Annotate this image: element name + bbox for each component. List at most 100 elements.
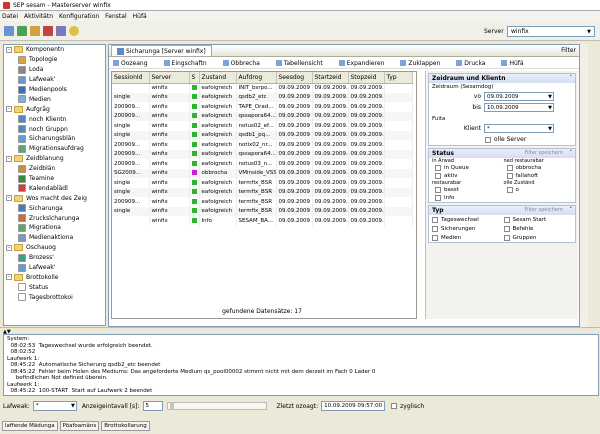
- table-row[interactable]: SG2009... winfix obbrocha VMinside_VSS 09.09…: [112, 168, 413, 178]
- type-option[interactable]: Tageswechsel: [432, 215, 504, 224]
- tree-item[interactable]: Zeidblän: [4, 164, 105, 174]
- tree-item[interactable]: Lafweak': [4, 263, 105, 273]
- interval-field[interactable]: 5: [142, 401, 163, 411]
- status-checkbox[interactable]: [506, 165, 513, 171]
- tree-item[interactable]: noch Klientn: [4, 114, 105, 124]
- status-checkbox[interactable]: [435, 165, 441, 171]
- tree-item[interactable]: Sicharunga: [4, 203, 105, 213]
- table-row[interactable]: 200909... winfix eafoigreich qssapora64... 0…: [112, 149, 413, 159]
- server-select[interactable]: winfix ▼: [507, 26, 595, 37]
- tree-item[interactable]: Topologie: [4, 55, 105, 65]
- type-checkbox[interactable]: [432, 225, 438, 232]
- table-row[interactable]: single winfix eafoigreich termfix_BSR 09.09.…: [112, 206, 413, 216]
- toolbar-button-2[interactable]: Obbrecha: [222, 60, 268, 67]
- status-option[interactable]: basst: [432, 186, 459, 194]
- status-option[interactable]: Info: [432, 194, 454, 202]
- status-checkbox[interactable]: [506, 187, 513, 193]
- table-row[interactable]: winfix Info SESAM_BA... 09.09.2009 09.09.200…: [112, 216, 413, 226]
- all-servers-checkbox[interactable]: [485, 136, 491, 143]
- tree-item[interactable]: Zruckslcharunga: [4, 213, 105, 223]
- column-header[interactable]: Zustand: [199, 72, 237, 84]
- type-checkbox[interactable]: [432, 216, 438, 223]
- client-select[interactable]: * ▼: [484, 124, 554, 133]
- table-row[interactable]: 200909... winfix eafoigreich TAPE_Orad... 09…: [112, 102, 413, 112]
- tree-item[interactable]: Medienpools: [4, 85, 105, 95]
- tab-backups[interactable]: Sicharunga [Server winfix]: [111, 45, 212, 56]
- column-header[interactable]: Server: [149, 72, 190, 84]
- tree-item[interactable]: Lafweak': [4, 75, 105, 85]
- expand-icon[interactable]: -: [6, 195, 12, 202]
- tree-item[interactable]: - Aufgråg: [4, 104, 105, 114]
- tree-item[interactable]: Medien: [4, 94, 105, 104]
- toolbar-button-6[interactable]: Drucka: [456, 60, 493, 67]
- type-checkbox[interactable]: [432, 234, 438, 241]
- expand-icon[interactable]: -: [6, 46, 12, 53]
- column-header[interactable]: Seesdog: [276, 72, 313, 84]
- expand-icon[interactable]: -: [6, 274, 12, 281]
- status-tab-1[interactable]: Pöafoamäns: [59, 421, 100, 431]
- status-option[interactable]: o: [504, 186, 519, 194]
- toolbar-button-1[interactable]: Eingschaftn: [163, 60, 215, 67]
- status-checkbox[interactable]: [435, 173, 441, 179]
- from-date-field[interactable]: 09.09.2009 ▼: [484, 92, 554, 101]
- status-option[interactable]: in Queue: [432, 164, 469, 172]
- table-row[interactable]: single winfix eafoigreich termfix_BSR 09.09.…: [112, 178, 413, 188]
- save-filter-link[interactable]: Filter speichern: [525, 206, 563, 215]
- menu-item-1[interactable]: Aktivitätn: [24, 13, 53, 20]
- splitter[interactable]: ▲▼: [0, 327, 600, 335]
- slider-thumb[interactable]: [169, 402, 174, 410]
- auto-refresh-checkbox[interactable]: [391, 403, 398, 409]
- table-row[interactable]: 200909... winfix eafoigreich qssapora64... 0…: [112, 111, 413, 121]
- toolbar-button-5[interactable]: Zuklappen: [400, 60, 448, 67]
- tree-item[interactable]: - Zeidblanung: [4, 154, 105, 164]
- backup-icon[interactable]: [17, 25, 27, 36]
- restore-icon[interactable]: [30, 25, 40, 36]
- table-row[interactable]: 200909... winfix eafoigreich termfix_BSR 09.…: [112, 197, 413, 207]
- collapse-icon[interactable]: ˄: [570, 206, 573, 215]
- status-tab-2[interactable]: Brottokollarung: [101, 421, 150, 431]
- help-icon[interactable]: [69, 25, 79, 36]
- status-option[interactable]: obbrocha: [504, 164, 541, 172]
- media-icon[interactable]: [56, 25, 66, 36]
- collapse-icon[interactable]: ˄: [570, 74, 573, 83]
- table-row[interactable]: 200909... winfix eafoigreich notus03_n... 09…: [112, 159, 413, 169]
- tapes-icon[interactable]: [4, 25, 14, 36]
- type-checkbox[interactable]: [503, 216, 510, 223]
- status-option[interactable]: fallahoft: [504, 172, 538, 180]
- type-option[interactable]: Gruppen: [503, 233, 576, 242]
- toolbar-button-4[interactable]: Expandieren: [338, 60, 393, 67]
- type-checkbox[interactable]: [503, 234, 510, 241]
- column-header[interactable]: SessionId: [112, 72, 150, 84]
- tree-item[interactable]: noch Gruppn: [4, 124, 105, 134]
- menu-item-0[interactable]: Datei: [2, 13, 18, 20]
- tree-item[interactable]: - Oschauog: [4, 243, 105, 253]
- toolbar-button-7[interactable]: Hüfä: [501, 60, 531, 67]
- stop-icon[interactable]: [43, 25, 53, 36]
- tree-item[interactable]: - Komponentn: [4, 45, 105, 55]
- type-option[interactable]: Sesam Start: [503, 215, 576, 224]
- interval-slider[interactable]: [166, 402, 267, 410]
- tree-item[interactable]: - Brottokolle: [4, 272, 105, 282]
- status-checkbox[interactable]: [435, 195, 441, 201]
- status-checkbox[interactable]: [506, 173, 513, 179]
- column-header[interactable]: Startzeid: [312, 72, 349, 84]
- table-row[interactable]: 200909... winfix eafoigreich notix02_nr... 0…: [112, 140, 413, 150]
- menu-item-2[interactable]: Konfiguration: [59, 13, 99, 20]
- tree-item[interactable]: Migrationsaufdrag: [4, 144, 105, 154]
- type-option[interactable]: Sicherungen: [432, 224, 504, 233]
- filter-toggle[interactable]: Filter: [561, 47, 576, 54]
- table-row[interactable]: winfix eafoigreich INIT_bsrpo... 09.09.2009…: [112, 83, 413, 93]
- table-row[interactable]: single winfix eafoigreich termfix_BSR 09.09.…: [112, 187, 413, 197]
- column-header[interactable]: Aufdrog: [236, 72, 277, 84]
- expand-icon[interactable]: -: [6, 106, 12, 113]
- menu-item-3[interactable]: Fenstal: [105, 13, 126, 20]
- tree-item[interactable]: Sicharungsblän: [4, 134, 105, 144]
- column-header[interactable]: S: [189, 72, 200, 84]
- collapse-icon[interactable]: ˄: [570, 149, 573, 158]
- tree-item[interactable]: - Wos macht des Zeig: [4, 193, 105, 203]
- menu-item-4[interactable]: Hüfä: [133, 13, 147, 20]
- tree-item[interactable]: Medienaktiona: [4, 233, 105, 243]
- type-option[interactable]: Medien: [432, 233, 504, 242]
- tree-item[interactable]: Tagesbrottokoi: [4, 292, 105, 302]
- column-header[interactable]: Typ: [384, 72, 413, 84]
